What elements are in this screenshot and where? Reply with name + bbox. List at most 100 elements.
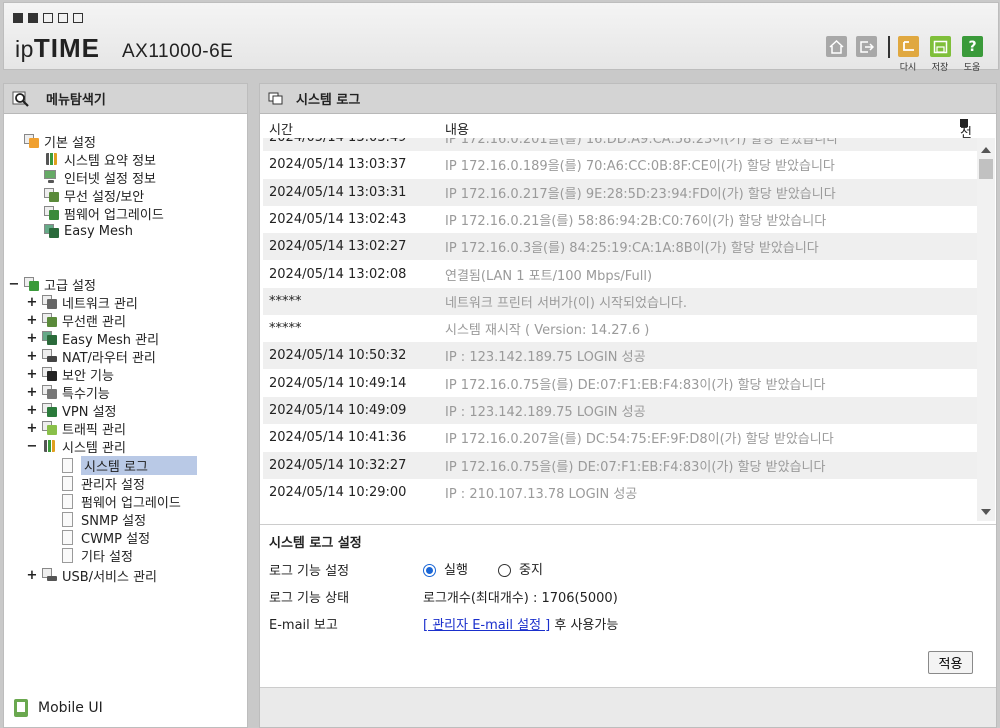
mesh-icon xyxy=(44,224,59,238)
logo-square-icon xyxy=(73,13,83,23)
sidebar-item-wireless-lan[interactable]: + 무선랜 관리 xyxy=(26,311,126,330)
sidebar-item-label: VPN 설정 xyxy=(62,404,117,420)
logo-square-icon xyxy=(13,13,23,23)
expand-toggle-icon[interactable]: + xyxy=(26,367,38,382)
sidebar-item-special[interactable]: + 특수기능 xyxy=(26,383,110,402)
header-separator xyxy=(888,36,890,58)
sidebar-subitem-snmp[interactable]: SNMP 설정 xyxy=(62,510,146,529)
sidebar-item-network[interactable]: + 네트워크 관리 xyxy=(26,293,138,312)
settings-title: 시스템 로그 설정 xyxy=(269,536,362,551)
scroll-down-icon[interactable] xyxy=(981,509,991,515)
sidebar-item-label: 네트워크 관리 xyxy=(62,296,138,312)
chart-icon xyxy=(44,152,59,166)
collapse-toggle-icon[interactable]: − xyxy=(8,277,20,292)
home-button[interactable] xyxy=(826,36,847,57)
clear-all-button[interactable]: 전체 삭제 xyxy=(960,119,972,198)
log-row: ***** 네트워크 프린터 서버가(이) 시작되었습니다. xyxy=(263,287,977,315)
home-icon xyxy=(829,39,844,54)
advanced-settings-icon xyxy=(24,277,39,291)
apply-button[interactable]: 적용 xyxy=(928,651,973,674)
expand-toggle-icon[interactable]: + xyxy=(26,403,38,418)
expand-toggle-icon[interactable]: + xyxy=(26,313,38,328)
sidebar-item-system-admin[interactable]: − 시스템 관리 xyxy=(26,437,126,456)
mobile-ui-link[interactable]: Mobile UI xyxy=(14,699,103,717)
save-button[interactable] xyxy=(930,36,951,57)
expand-toggle-icon[interactable]: + xyxy=(26,349,38,364)
sidebar-item-system-summary[interactable]: 시스템 요약 정보 xyxy=(44,150,156,169)
sidebar-item-usb-service[interactable]: + USB/서비스 관리 xyxy=(26,566,157,585)
log-row: ***** 시스템 재시작 ( Version: 14.27.6 ) xyxy=(263,315,977,343)
sidebar-item-easy-mesh[interactable]: Easy Mesh xyxy=(44,222,133,240)
expand-toggle-icon[interactable]: + xyxy=(26,421,38,436)
sidebar-subitem-system-log[interactable]: 시스템 로그 xyxy=(62,455,197,475)
sidebar-item-label: Easy Mesh xyxy=(64,223,134,239)
logo-bold: TIME xyxy=(33,33,101,63)
log-time: 2024/05/14 13:02:43 xyxy=(269,211,407,227)
sidebar-subitem-admin-settings[interactable]: 관리자 설정 xyxy=(62,474,145,493)
log-row: 2024/05/14 13:02:08 연결됨(LAN 1 포트/100 Mbps… xyxy=(263,260,977,288)
log-content: IP 172.16.0.3을(를) 84:25:19:CA:1A:8B이(가) … xyxy=(445,241,819,257)
radio-stop[interactable]: 중지 xyxy=(498,559,543,578)
log-function-label: 로그 기능 설정 xyxy=(269,564,350,579)
menu-explorer: 메뉴탐색기 기본 설정 시스템 요약 정보 인터넷 설정 정보 무선 설정/보안… xyxy=(3,83,248,728)
sidebar-item-security[interactable]: + 보안 기능 xyxy=(26,365,114,384)
help-icon: ? xyxy=(968,38,977,55)
log-status-label: 로그 기능 상태 xyxy=(269,591,350,606)
sidebar-item-label: USB/서비스 관리 xyxy=(62,569,157,585)
magnifier-icon xyxy=(12,91,29,107)
wireless-icon xyxy=(44,188,59,202)
logo-square-icon xyxy=(58,13,68,23)
email-suffix: 후 사용가능 xyxy=(554,618,619,633)
tree-group-advanced[interactable]: − 고급 설정 xyxy=(8,275,96,294)
log-time: 2024/05/14 13:03:31 xyxy=(269,184,407,200)
traffic-icon xyxy=(42,421,57,435)
log-list[interactable]: 2024/05/14 13:03:49 IP 172.16.0.201을(를) 1… xyxy=(263,138,977,521)
sidebar-item-internet-info[interactable]: 인터넷 설정 정보 xyxy=(44,168,156,187)
sidebar-item-easy-mesh-admin[interactable]: + Easy Mesh 관리 xyxy=(26,329,160,348)
mobile-ui-label: Mobile UI xyxy=(38,700,103,716)
collapse-toggle-icon[interactable]: − xyxy=(26,439,38,454)
monitor-icon xyxy=(44,170,59,184)
sidebar-subitem-firmware-upgrade[interactable]: 펌웨어 업그레이드 xyxy=(62,492,181,511)
tree-group-basic[interactable]: 기본 설정 xyxy=(24,132,96,151)
logo-square-icon xyxy=(28,13,38,23)
expand-toggle-icon[interactable]: + xyxy=(26,385,38,400)
windows-icon xyxy=(268,92,283,104)
sidebar-item-label: Easy Mesh 관리 xyxy=(62,332,160,348)
admin-email-settings-link[interactable]: [ 관리자 E-mail 설정 ] xyxy=(423,618,550,633)
expand-toggle-icon[interactable]: + xyxy=(26,568,38,583)
sidebar-subitem-cwmp[interactable]: CWMP 설정 xyxy=(62,528,150,547)
column-header-content: 내용 xyxy=(445,123,469,138)
sidebar-item-traffic[interactable]: + 트래픽 관리 xyxy=(26,419,126,438)
wireless-lan-icon xyxy=(42,313,57,327)
redo-button[interactable] xyxy=(898,36,919,57)
logout-button[interactable] xyxy=(856,36,877,57)
log-row: 2024/05/14 13:03:31 IP 172.16.0.217을(를) 9… xyxy=(263,178,977,206)
scroll-thumb[interactable] xyxy=(979,159,993,179)
save-icon xyxy=(933,40,948,53)
sidebar-item-nat-router[interactable]: + NAT/라우터 관리 xyxy=(26,347,156,366)
log-content: IP 172.16.0.189을(를) 70:A6:CC:0B:8F:CE이(가… xyxy=(445,159,835,175)
help-button[interactable]: ? xyxy=(962,36,983,57)
menu-explorer-title: 메뉴탐색기 xyxy=(46,93,106,108)
scroll-up-icon[interactable] xyxy=(981,147,991,153)
radio-run-input[interactable] xyxy=(423,564,436,577)
log-scrollbar[interactable] xyxy=(977,138,995,521)
sidebar-item-vpn[interactable]: + VPN 설정 xyxy=(26,401,117,420)
log-time: ***** xyxy=(269,321,302,337)
sidebar-item-wireless-security[interactable]: 무선 설정/보안 xyxy=(44,186,144,205)
sidebar-item-label: 관리자 설정 xyxy=(81,477,145,493)
router-icon xyxy=(42,349,57,363)
sidebar-item-label: 보안 기능 xyxy=(62,368,114,384)
sidebar-subitem-other[interactable]: 기타 설정 xyxy=(62,546,133,565)
phone-icon xyxy=(14,699,28,717)
radio-stop-input[interactable] xyxy=(498,564,511,577)
expand-toggle-icon[interactable]: + xyxy=(26,295,38,310)
page-icon xyxy=(62,547,73,563)
radio-run[interactable]: 실행 xyxy=(423,559,468,578)
expand-toggle-icon[interactable]: + xyxy=(26,331,38,346)
log-time: 2024/05/14 10:50:32 xyxy=(269,348,407,364)
logout-icon xyxy=(860,40,874,53)
log-content: IP 172.16.0.207을(를) DC:54:75:EF:9F:D8이(가… xyxy=(445,432,834,448)
sidebar-item-firmware-upgrade[interactable]: 펌웨어 업그레이드 xyxy=(44,204,164,223)
